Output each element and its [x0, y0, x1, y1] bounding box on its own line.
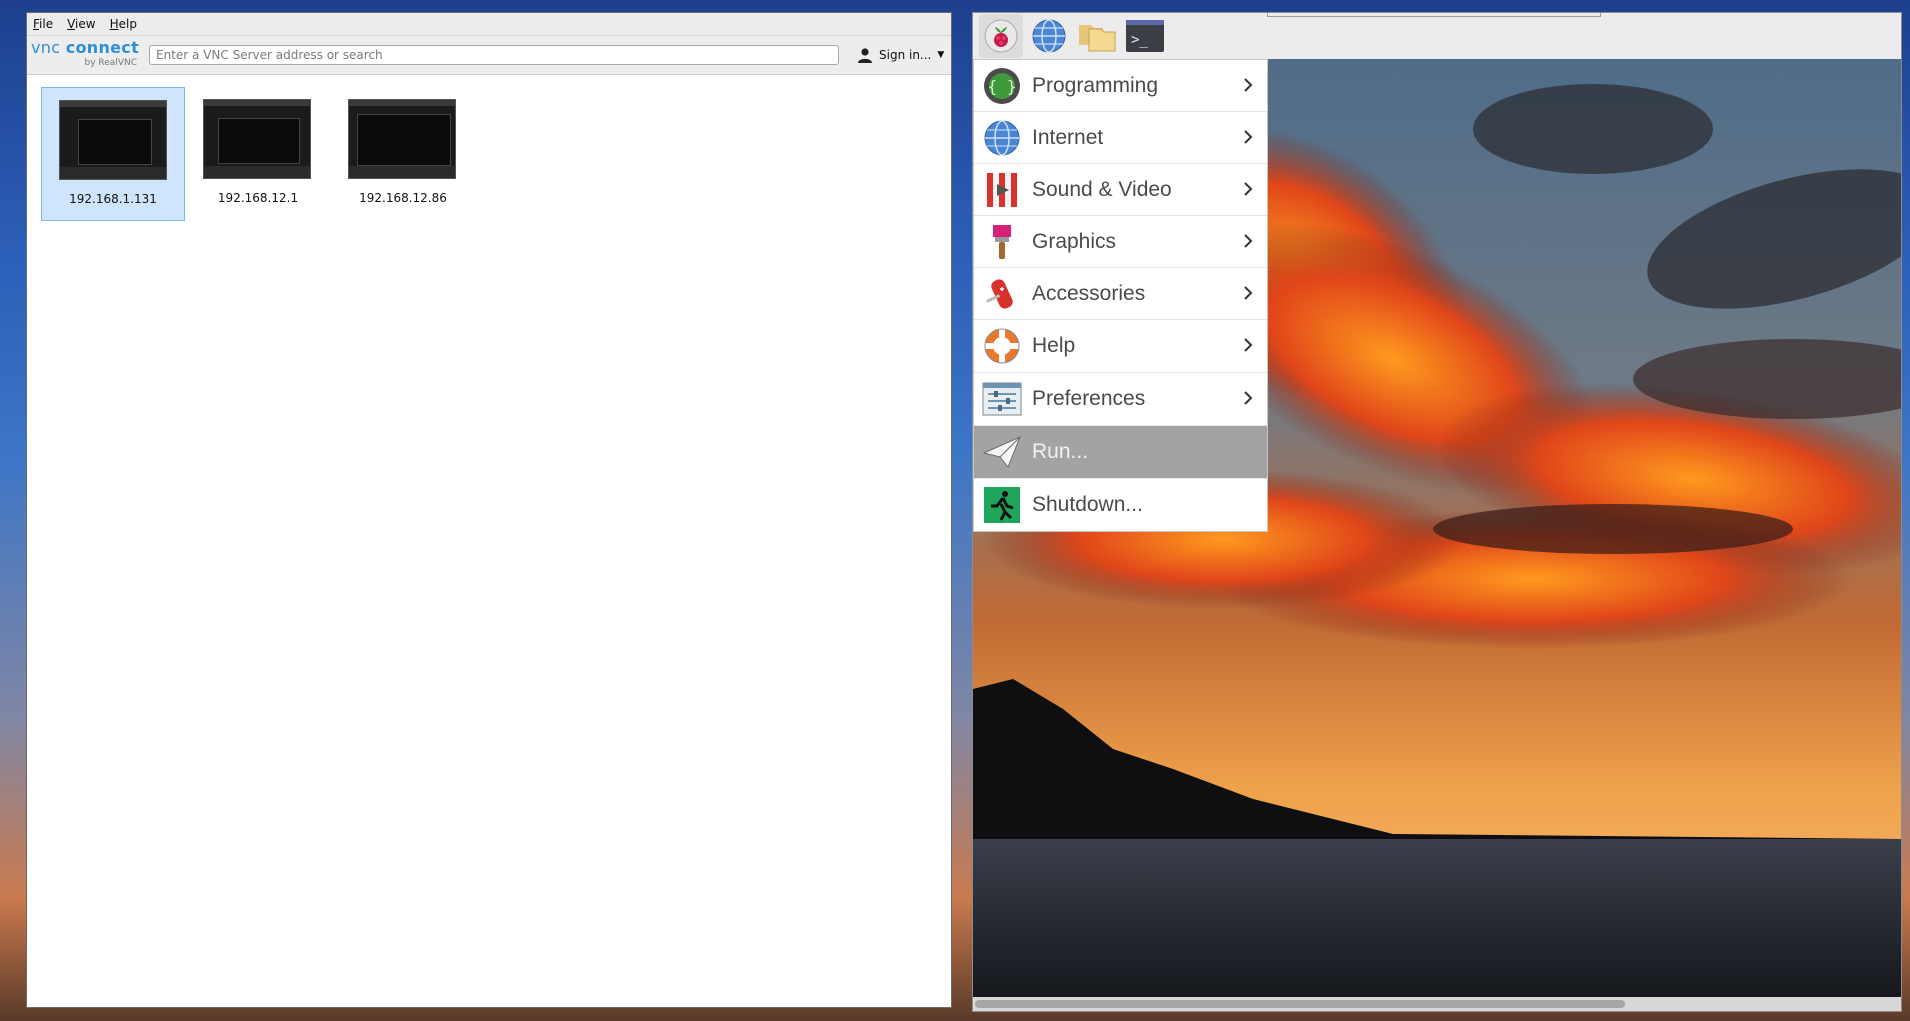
menu-help[interactable]: Help [110, 17, 137, 31]
remote-desktop-window: >_ { } Programming Internet Sound & Vide… [972, 12, 1902, 1012]
svg-text:{ }: { } [988, 77, 1017, 96]
toolbar: vnc connect by RealVNC Sign in... ▼ [27, 36, 951, 75]
vnc-connect-logo: vnc connect by RealVNC [31, 38, 140, 69]
menu-item-label: Help [1032, 334, 1076, 357]
menu-view[interactable]: View [67, 17, 95, 31]
sign-in-button[interactable]: Sign in... ▼ [857, 45, 944, 65]
svg-text:>_: >_ [1131, 32, 1148, 48]
chevron-down-icon: ▼ [937, 50, 945, 60]
menu-item-label: Internet [1032, 125, 1104, 149]
scrollbar-thumb[interactable] [975, 1000, 1625, 1008]
terminal-icon: >_ [1126, 20, 1164, 52]
connection-thumbnail [348, 99, 456, 179]
chevron-right-icon [1243, 230, 1253, 254]
file-manager-icon [1079, 25, 1116, 52]
chevron-right-icon [1243, 126, 1253, 150]
file-manager-button[interactable] [1075, 14, 1119, 58]
menu-item-preferences[interactable]: Preferences [974, 373, 1267, 426]
connection-tile[interactable]: 192.168.12.1 [186, 87, 330, 221]
taskbar-panel: >_ [973, 13, 1901, 59]
connection-thumbnail [59, 100, 167, 180]
menu-item-sound-video[interactable]: Sound & Video [974, 164, 1267, 216]
accessories-icon [982, 274, 1022, 314]
menu-item-label: Accessories [1032, 281, 1146, 305]
panel-window-list [1267, 13, 1601, 17]
internet-icon [982, 118, 1022, 158]
menu-item-label: Sound & Video [1032, 177, 1172, 201]
chevron-right-icon [1243, 387, 1253, 411]
help-icon [982, 326, 1022, 366]
user-icon [858, 48, 872, 63]
chevron-right-icon [1243, 334, 1253, 358]
vnc-viewer-window: File View Help vnc connect by RealVNC Si… [26, 12, 952, 1008]
run-icon [982, 432, 1022, 472]
menu-item-label: Run... [1032, 440, 1089, 463]
application-menu: { } Programming Internet Sound & Video G… [973, 59, 1268, 532]
web-browser-button[interactable] [1027, 14, 1071, 58]
menu-item-shutdown[interactable]: Shutdown... [974, 479, 1267, 531]
menubar: File View Help [27, 13, 951, 36]
menu-item-label: Shutdown... [1032, 493, 1143, 516]
connection-thumbnail [203, 99, 311, 179]
graphics-icon [982, 222, 1022, 262]
connection-address: 192.168.12.86 [359, 191, 447, 205]
shutdown-icon [982, 485, 1022, 525]
raspberry-icon [984, 19, 1018, 53]
sound-video-icon [982, 170, 1022, 210]
menu-file[interactable]: File [33, 17, 53, 31]
menu-item-internet[interactable]: Internet [974, 112, 1267, 164]
raspberry-menu-button[interactable] [979, 14, 1023, 58]
menu-item-programming[interactable]: { } Programming [974, 60, 1267, 112]
sign-in-label: Sign in... [879, 48, 932, 62]
connection-tile[interactable]: 192.168.1.131 [41, 87, 185, 221]
terminal-button[interactable]: >_ [1123, 14, 1167, 58]
preferences-icon [982, 379, 1022, 419]
chevron-right-icon [1243, 282, 1253, 306]
menu-item-graphics[interactable]: Graphics [974, 216, 1267, 268]
connection-address: 192.168.12.1 [217, 191, 299, 205]
horizontal-scrollbar[interactable] [973, 997, 1901, 1011]
programming-icon: { } [982, 66, 1022, 106]
address-book: 192.168.1.131 192.168.12.1 192.168.12.86 [27, 75, 951, 1007]
menu-item-label: Programming [1032, 73, 1159, 97]
connection-tile[interactable]: 192.168.12.86 [331, 87, 475, 221]
chevron-right-icon [1243, 74, 1253, 98]
chevron-right-icon [1243, 178, 1253, 202]
connection-address: 192.168.1.131 [69, 192, 157, 206]
menu-item-label: Preferences [1032, 387, 1146, 410]
server-address-search-input[interactable] [149, 45, 839, 65]
menu-item-run[interactable]: Run... [974, 426, 1267, 479]
menu-item-help[interactable]: Help [974, 320, 1267, 373]
menu-item-label: Graphics [1032, 229, 1117, 253]
menu-item-accessories[interactable]: Accessories [974, 268, 1267, 320]
web-browser-icon [1032, 19, 1066, 53]
